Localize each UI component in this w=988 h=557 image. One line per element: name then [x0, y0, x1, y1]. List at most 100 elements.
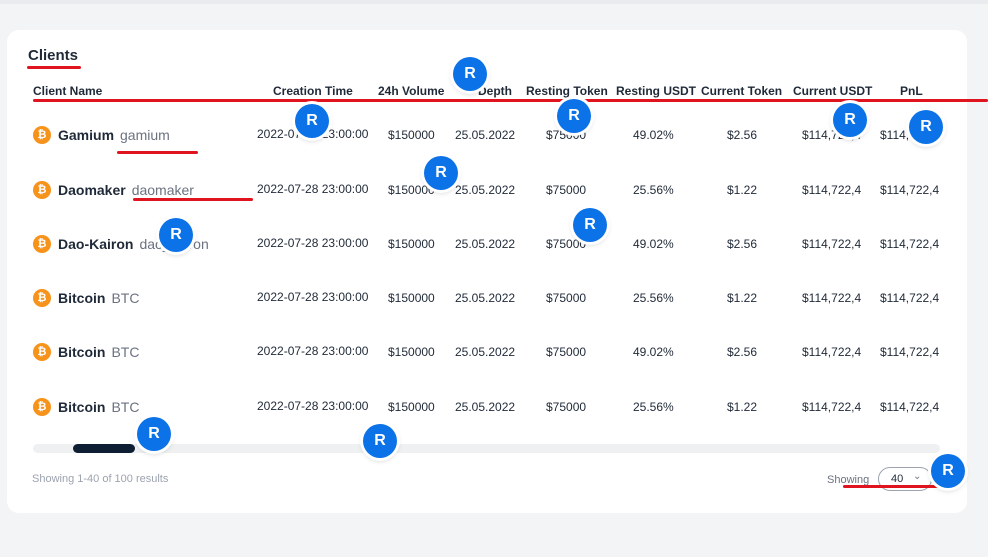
cell-resting-usdt: 49.02%: [633, 237, 674, 251]
cell-depth: 25.05.2022: [455, 345, 516, 359]
top-strip: [0, 0, 988, 4]
r-marker-badge: R: [295, 104, 329, 138]
scrollbar-thumb[interactable]: [73, 444, 135, 453]
cell-creation-time: 2022-07-28 23:00:00: [257, 344, 369, 358]
cell-current-usdt: $114,722,4: [802, 183, 862, 197]
client-name-label: Bitcoin: [58, 399, 106, 415]
table-row[interactable]: ₿ Daomaker daomaker 2022-07-28 23:00:00 $150…: [0, 163, 960, 217]
cell-pnl: $114,722,4: [880, 291, 940, 305]
client-name[interactable]: Daomaker daomaker: [58, 182, 194, 198]
col-pnl[interactable]: PnL: [900, 84, 923, 98]
cell-pnl: $114,722,4: [880, 183, 940, 197]
client-name-label: Daomaker: [58, 182, 126, 198]
cell-creation-time: 2022-07-28 23:00:00: [257, 399, 369, 413]
cell-creation-time: 2022-07-28 23:00:00: [257, 182, 369, 196]
r-marker-badge: R: [137, 417, 171, 451]
cell-pnl: $114,722,4: [880, 345, 940, 359]
cell-resting-token: $75000: [546, 291, 587, 305]
client-name-label: Gamium: [58, 127, 115, 143]
r-marker-badge: R: [833, 103, 867, 137]
cell-resting-usdt: 25.56%: [633, 400, 674, 414]
client-symbol: BTC: [111, 290, 140, 306]
cell-24h-volume: $150000: [388, 183, 435, 197]
client-symbol: gamium: [120, 127, 170, 143]
r-marker-badge: R: [557, 99, 591, 133]
cell-creation-time: 2022-07-28 23:00:00: [257, 290, 369, 304]
cell-current-usdt: $114,722,4: [802, 237, 862, 251]
col-resting-token[interactable]: Resting Token: [526, 84, 608, 98]
bitcoin-icon: ₿: [33, 289, 51, 307]
cell-depth: 25.05.2022: [455, 400, 516, 414]
client-name-label: Bitcoin: [58, 290, 106, 306]
cell-resting-token: $75000: [546, 183, 587, 197]
col-client-name[interactable]: Client Name: [33, 84, 102, 98]
r-marker-badge: R: [159, 218, 193, 252]
cell-current-token: $2.56: [727, 237, 758, 251]
bitcoin-icon: ₿: [33, 126, 51, 144]
section-title: Clients: [28, 47, 79, 64]
table-row[interactable]: ₿ Bitcoin BTC 2022-07-28 23:00:00 $150000 25.…: [0, 325, 960, 379]
cell-24h-volume: $150000: [388, 237, 435, 251]
cell-24h-volume: $150000: [388, 128, 435, 142]
r-marker-badge: R: [453, 57, 487, 91]
client-symbol: BTC: [111, 344, 140, 360]
cell-current-token: $2.56: [727, 345, 758, 359]
cell-depth: 25.05.2022: [455, 183, 516, 197]
col-depth[interactable]: Depth: [478, 84, 512, 98]
bitcoin-icon: ₿: [33, 181, 51, 199]
annotation-underline: [33, 99, 988, 102]
cell-24h-volume: $150000: [388, 291, 435, 305]
cell-creation-time: 2022-07-28 23:00:00: [257, 236, 369, 250]
cell-resting-usdt: 25.56%: [633, 291, 674, 305]
bitcoin-icon: ₿: [33, 235, 51, 253]
bitcoin-icon: ₿: [33, 343, 51, 361]
table-row[interactable]: ₿Dao-Kairondao_kairon2022-07-28 23:00:00…: [0, 217, 960, 271]
cell-resting-usdt: 25.56%: [633, 183, 674, 197]
cell-24h-volume: $150000: [388, 400, 435, 414]
client-symbol: BTC: [111, 399, 140, 415]
cell-current-usdt: $114,722,4: [802, 400, 862, 414]
cell-24h-volume: $150000: [388, 345, 435, 359]
cell-current-usdt: $114,722,4: [802, 291, 862, 305]
horizontal-scrollbar[interactable]: [33, 444, 940, 453]
chevron-down-icon: ⌄: [913, 471, 922, 482]
cell-resting-token: $75000: [546, 400, 587, 414]
r-marker-badge: R: [424, 156, 458, 190]
annotation-underline: [133, 198, 253, 201]
cell-resting-usdt: 49.02%: [633, 128, 674, 142]
client-name[interactable]: Gamium gamium: [58, 127, 170, 143]
col-resting-usdt[interactable]: Resting USDT: [616, 84, 696, 98]
client-name-label: Bitcoin: [58, 344, 106, 360]
cell-resting-token: $75000: [546, 345, 587, 359]
cell-current-token: $2.56: [727, 128, 758, 142]
cell-pnl: $114,722,4: [880, 237, 940, 251]
page-size-value: 40: [891, 473, 904, 485]
r-marker-badge: R: [909, 110, 943, 144]
client-name[interactable]: Bitcoin BTC: [58, 344, 139, 360]
cell-depth: 25.05.2022: [455, 128, 516, 142]
results-summary: Showing 1-40 of 100 results: [32, 473, 169, 485]
cell-depth: 25.05.2022: [455, 237, 516, 251]
col-24h-volume[interactable]: 24h Volume: [378, 84, 444, 98]
client-name[interactable]: Bitcoin BTC: [58, 399, 139, 415]
cell-current-usdt: $114,722,4: [802, 345, 862, 359]
cell-current-token: $1.22: [727, 183, 758, 197]
col-current-usdt[interactable]: Current USDT: [793, 84, 872, 98]
client-name[interactable]: Bitcoin BTC: [58, 290, 139, 306]
annotation-underline: [27, 66, 81, 69]
r-marker-badge: R: [363, 424, 397, 458]
client-name-label: Dao-Kairon: [58, 236, 134, 252]
bitcoin-icon: ₿: [33, 398, 51, 416]
cell-resting-usdt: 49.02%: [633, 345, 674, 359]
cell-current-token: $1.22: [727, 291, 758, 305]
col-current-token[interactable]: Current Token: [701, 84, 782, 98]
client-symbol: daomaker: [131, 182, 194, 198]
r-marker-badge: R: [931, 454, 965, 488]
table-row[interactable]: ₿ Bitcoin BTC 2022-07-28 23:00:00 $150000 25.…: [0, 271, 960, 325]
r-marker-badge: R: [573, 208, 607, 242]
col-creation-time[interactable]: Creation Time: [273, 84, 353, 98]
annotation-underline: [117, 151, 198, 154]
cell-current-token: $1.22: [727, 400, 758, 414]
cell-depth: 25.05.2022: [455, 291, 516, 305]
cell-pnl: $114,722,4: [880, 400, 940, 414]
